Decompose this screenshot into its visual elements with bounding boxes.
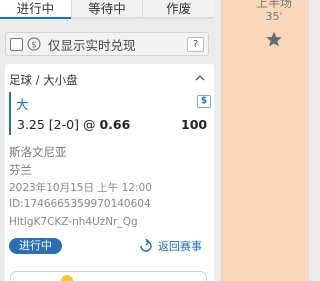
bet-status-tabs: 进行中 等待中 作废 (0, 0, 215, 19)
away-team: 芬兰 (9, 163, 32, 177)
match-datetime: 2023年10月15日 上午 12:00 (9, 182, 152, 194)
tab-in-progress[interactable]: 进行中 (0, 0, 71, 19)
bottom-action-button[interactable] (10, 271, 207, 281)
chevron-up-icon[interactable] (194, 73, 206, 83)
return-to-match-link[interactable]: 返回赛事 (138, 238, 202, 254)
tab-pending[interactable]: 等待中 (70, 0, 143, 19)
bet-slip-panel: 进行中 等待中 作废 $ 仅显示实时兑现 ? 足球 / 大小盘 大 $ 3.25… (0, 0, 215, 281)
odds-value: 0.66 (99, 117, 131, 132)
help-button[interactable]: ? (187, 36, 204, 52)
match-minute: 35' (265, 10, 283, 23)
match-panel: 上半场 35' (221, 0, 309, 281)
dollar-icon: $ (197, 95, 211, 108)
home-team: 斯洛文尼亚 (9, 145, 67, 159)
cash-icon: $ (27, 37, 41, 51)
star-icon[interactable] (265, 31, 283, 48)
selection-details: 大 $ 3.25 [2-0] @ 0.66 100 (9, 92, 211, 135)
bet-reference: HltlgK7CKZ-nh4UzNr_Qg (9, 216, 138, 228)
status-badge: 进行中 (9, 238, 62, 254)
bet-id: ID:1746665359970140604 (9, 198, 151, 210)
return-link-label: 返回赛事 (158, 240, 202, 253)
selection-name: 大 (16, 97, 29, 112)
realtime-cashout-filter: $ 仅显示实时兑现 ? (5, 32, 209, 56)
stake-amount: 100 (181, 117, 208, 132)
handicap-line: 3.25 [2-0] @ (17, 117, 96, 132)
svg-text:$: $ (31, 41, 37, 51)
realtime-cashout-label: 仅显示实时兑现 (48, 37, 136, 53)
return-icon (140, 239, 152, 252)
odds-line: 3.25 [2-0] @ 0.66 (17, 117, 130, 132)
market-label: 足球 / 大小盘 (9, 73, 78, 87)
realtime-cashout-checkbox[interactable] (10, 37, 23, 51)
bet-card: 足球 / 大小盘 大 $ 3.25 [2-0] @ 0.66 100 斯洛文尼亚… (5, 64, 214, 281)
coin-icon (61, 275, 73, 281)
tab-void[interactable]: 作废 (142, 0, 215, 19)
